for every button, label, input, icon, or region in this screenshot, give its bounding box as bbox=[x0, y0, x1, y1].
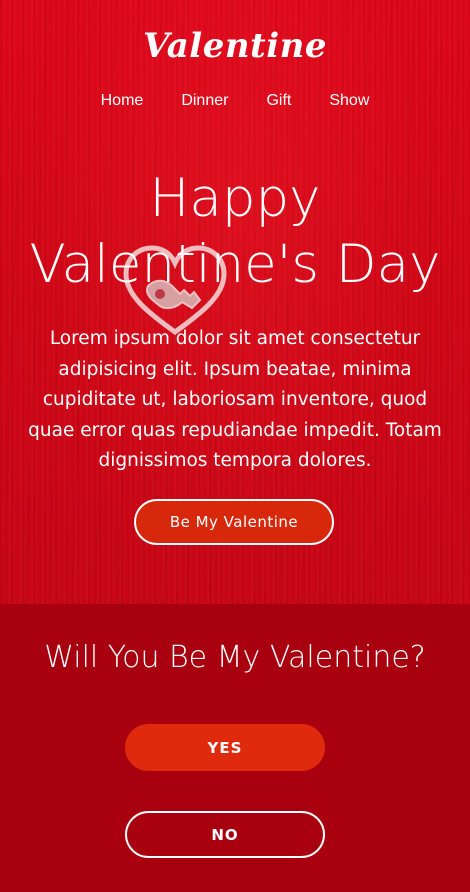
nav-home[interactable]: Home bbox=[101, 92, 144, 110]
no-button[interactable]: NO bbox=[125, 811, 325, 858]
hero-headline: Happy Valentine's Day bbox=[0, 166, 470, 298]
question-section: Will You Be My Valentine? YES NO bbox=[0, 604, 470, 892]
brand-logo[interactable]: Valentine bbox=[0, 26, 470, 66]
be-my-valentine-button[interactable]: Be My Valentine bbox=[134, 499, 334, 545]
headline-line-1: Happy bbox=[149, 168, 321, 229]
headline-line-2: Valentine's Day bbox=[29, 234, 441, 295]
question-title: Will You Be My Valentine? bbox=[44, 640, 426, 675]
hero-lead-text: Lorem ipsum dolor sit amet consectetur a… bbox=[28, 328, 442, 471]
nav-show[interactable]: Show bbox=[329, 92, 369, 110]
nav-dinner[interactable]: Dinner bbox=[181, 92, 228, 110]
hero-section: Valentine Home Dinner Gift Show Happy Va… bbox=[0, 0, 470, 604]
yes-button[interactable]: YES bbox=[125, 724, 325, 771]
nav-gift[interactable]: Gift bbox=[266, 92, 291, 110]
main-nav: Home Dinner Gift Show bbox=[0, 92, 470, 110]
